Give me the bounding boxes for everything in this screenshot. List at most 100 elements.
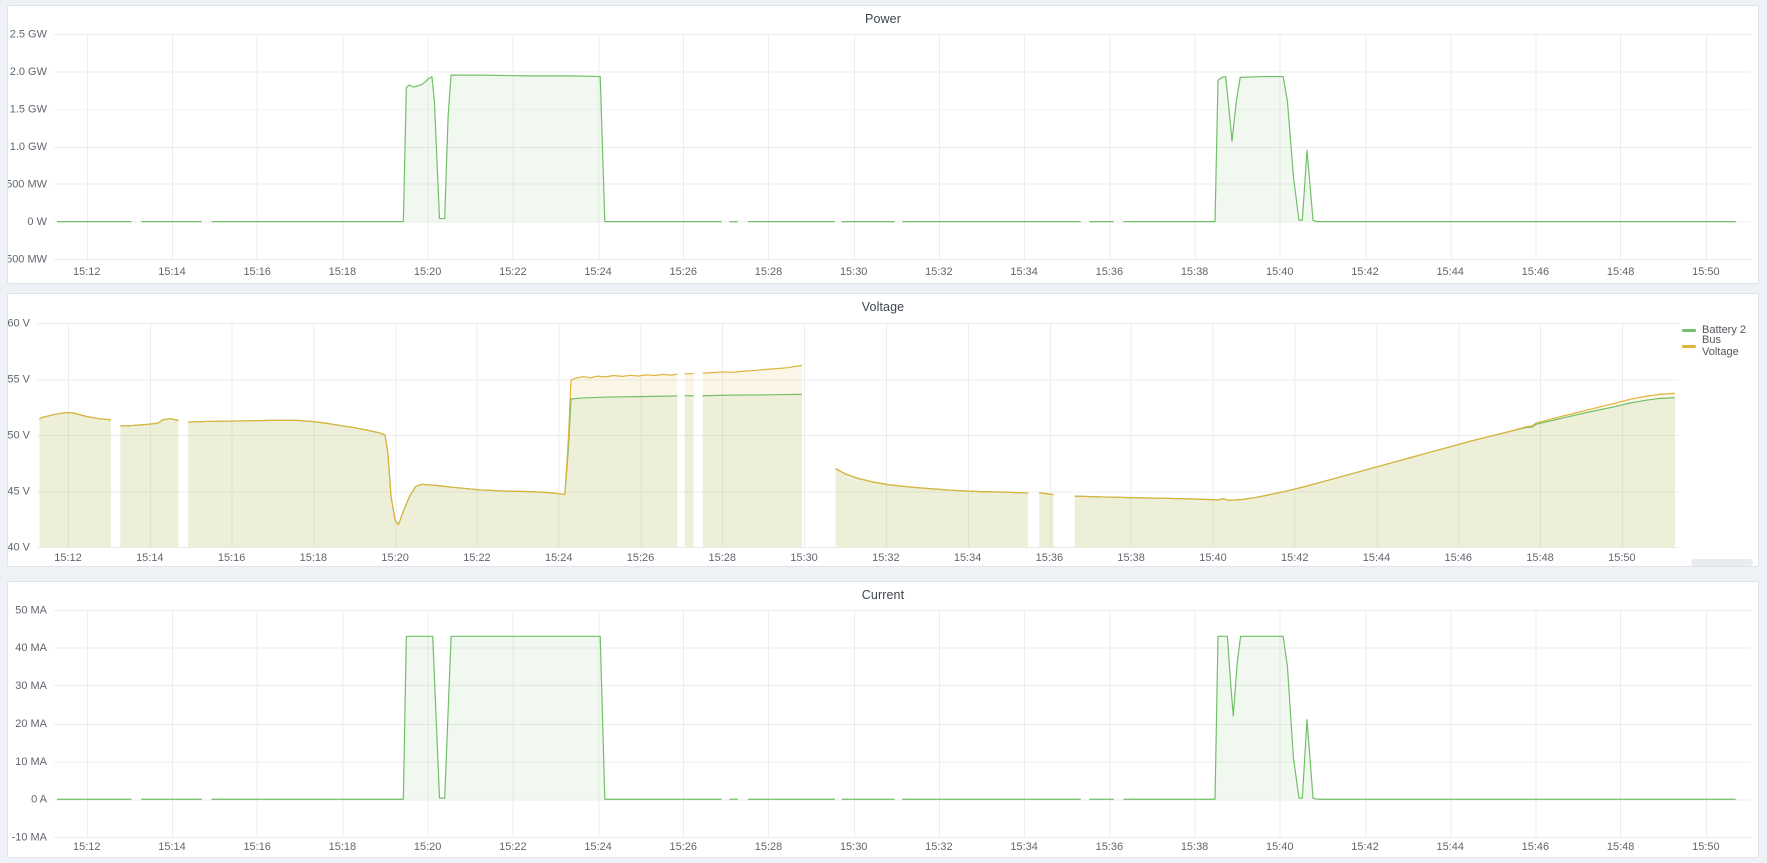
x-tick-label: 15:26 (670, 841, 697, 853)
x-tick-label: 15:44 (1436, 841, 1463, 853)
x-tick-label: 15:20 (414, 266, 441, 278)
x-tick-label: 15:28 (755, 266, 782, 278)
x-tick-label: 15:14 (158, 266, 185, 278)
voltage-chart: 60 V 55 V 50 V 45 V 40 V 15:12 15:14 15:16 15:18… (8, 294, 1758, 566)
y-tick-label: 0 W (27, 216, 47, 228)
x-tick-label: 15:20 (414, 841, 441, 853)
y-tick-label: 55 V (8, 373, 31, 385)
y-tick-label: 50 V (8, 429, 31, 441)
x-tick-label: 15:18 (329, 841, 356, 853)
x-tick-label: 15:24 (584, 841, 611, 853)
panel-title-power[interactable]: Power (8, 12, 1758, 26)
x-tick-label: 15:50 (1692, 266, 1719, 278)
x-tick-label: 15:32 (925, 266, 952, 278)
y-tick-label: 40 MA (15, 642, 47, 654)
x-tick-label: 15:12 (73, 841, 100, 853)
x-tick-label: 15:50 (1608, 552, 1635, 564)
x-tick-label: 15:34 (1010, 841, 1037, 853)
y-tick-label: 2.5 GW (10, 28, 48, 40)
x-tick-label: 15:48 (1607, 266, 1634, 278)
x-tick-label: 15:36 (1096, 266, 1123, 278)
x-tick-label: 15:46 (1445, 552, 1472, 564)
y-tick-label: 2.0 GW (10, 66, 48, 78)
x-tick-label: 15:38 (1181, 266, 1208, 278)
x-tick-label: 15:14 (136, 552, 163, 564)
current-chart: 50 MA 40 MA 30 MA 20 MA 10 MA 0 A -10 MA 15:12 1… (8, 582, 1758, 857)
y-tick-label: 10 MA (15, 756, 47, 768)
x-tick-label: 15:44 (1363, 552, 1390, 564)
power-chart-svg: 2.5 GW 2.0 GW 1.5 GW 1.0 GW 500 MW 0 W -500 MW… (8, 6, 1758, 283)
y-tick-label: 20 MA (15, 718, 47, 730)
x-tick-label: 15:34 (954, 552, 981, 564)
panel-title-voltage[interactable]: Voltage (8, 300, 1758, 314)
y-tick-label: 500 MW (8, 179, 48, 191)
x-tick-label: 15:48 (1607, 841, 1634, 853)
x-tick-label: 15:46 (1522, 841, 1549, 853)
x-tick-label: 15:38 (1117, 552, 1144, 564)
x-tick-label: 15:22 (499, 841, 526, 853)
x-tick-label: 15:22 (463, 552, 490, 564)
x-tick-label: 15:28 (755, 841, 782, 853)
y-tick-label: 50 MA (15, 604, 47, 616)
x-tick-label: 15:30 (840, 841, 867, 853)
legend-scrollbar[interactable] (1691, 559, 1753, 566)
x-tick-label: 15:18 (300, 552, 327, 564)
x-tick-label: 15:28 (709, 552, 736, 564)
x-tick-label: 15:16 (243, 266, 270, 278)
power-chart: 2.5 GW 2.0 GW 1.5 GW 1.0 GW 500 MW 0 W -500 MW… (8, 6, 1758, 283)
x-tick-label: 15:32 (872, 552, 899, 564)
x-tick-label: 15:12 (54, 552, 81, 564)
current-chart-svg: 50 MA 40 MA 30 MA 20 MA 10 MA 0 A -10 MA 15:12 1… (8, 582, 1758, 857)
x-tick-label: 15:22 (499, 266, 526, 278)
y-tick-label: 30 MA (15, 680, 47, 692)
legend-item-bus-voltage[interactable]: Bus Voltage (1682, 338, 1758, 354)
x-tick-label: 15:26 (627, 552, 654, 564)
x-tick-label: 15:40 (1199, 552, 1226, 564)
x-tick-label: 15:50 (1692, 841, 1719, 853)
x-tick-label: 15:42 (1351, 841, 1378, 853)
current-plot-area[interactable] (54, 610, 1751, 837)
x-tick-label: 15:42 (1351, 266, 1378, 278)
y-tick-label: 45 V (8, 486, 31, 498)
y-tick-label: 1.5 GW (10, 103, 48, 115)
panel-title-current[interactable]: Current (8, 588, 1758, 602)
x-tick-label: 15:30 (840, 266, 867, 278)
x-tick-label: 15:40 (1266, 266, 1293, 278)
x-tick-label: 15:40 (1266, 841, 1293, 853)
power-panel: Power 2.5 GW 2.0 GW 1.5 GW 1.0 GW 500 MW 0 W -… (7, 5, 1759, 284)
y-tick-label: 40 V (8, 542, 31, 554)
voltage-plot-area[interactable] (37, 323, 1679, 547)
y-tick-label: 60 V (8, 317, 31, 329)
x-tick-label: 15:24 (584, 266, 611, 278)
x-tick-label: 15:32 (925, 841, 952, 853)
x-tick-label: 15:16 (243, 841, 270, 853)
x-tick-label: 15:18 (329, 266, 356, 278)
x-tick-label: 15:36 (1096, 841, 1123, 853)
y-tick-label: -10 MA (12, 832, 48, 844)
x-tick-label: 15:36 (1036, 552, 1063, 564)
x-tick-label: 15:34 (1010, 266, 1037, 278)
x-tick-label: 15:48 (1526, 552, 1553, 564)
legend-series-dash-icon (1682, 345, 1696, 348)
x-tick-label: 15:44 (1436, 266, 1463, 278)
x-tick-label: 15:14 (158, 841, 185, 853)
x-tick-label: 15:46 (1522, 266, 1549, 278)
power-plot-area[interactable] (54, 34, 1751, 259)
x-tick-label: 15:12 (73, 266, 100, 278)
legend-item-label: Bus Voltage (1702, 334, 1758, 358)
y-tick-label: 1.0 GW (10, 141, 48, 153)
x-tick-label: 15:20 (381, 552, 408, 564)
voltage-chart-svg: 60 V 55 V 50 V 45 V 40 V 15:12 15:14 15:16 15:18… (8, 294, 1758, 566)
legend: Battery 2Bus Voltage (1682, 322, 1758, 354)
x-tick-label: 15:42 (1281, 552, 1308, 564)
y-tick-label: -500 MW (8, 254, 48, 266)
current-panel: Current 50 MA 40 MA 30 MA 20 MA 10 MA 0 A -10 … (7, 581, 1759, 858)
x-tick-label: 15:26 (670, 266, 697, 278)
x-tick-label: 15:38 (1181, 841, 1208, 853)
x-tick-label: 15:24 (545, 552, 572, 564)
x-tick-label: 15:16 (218, 552, 245, 564)
x-tick-label: 15:30 (790, 552, 817, 564)
y-tick-label: 0 A (31, 794, 48, 806)
voltage-panel: Voltage 60 V 55 V 50 V 45 V 40 V 15:12 15:14 15… (7, 293, 1759, 567)
legend-series-dash-icon (1682, 329, 1696, 332)
